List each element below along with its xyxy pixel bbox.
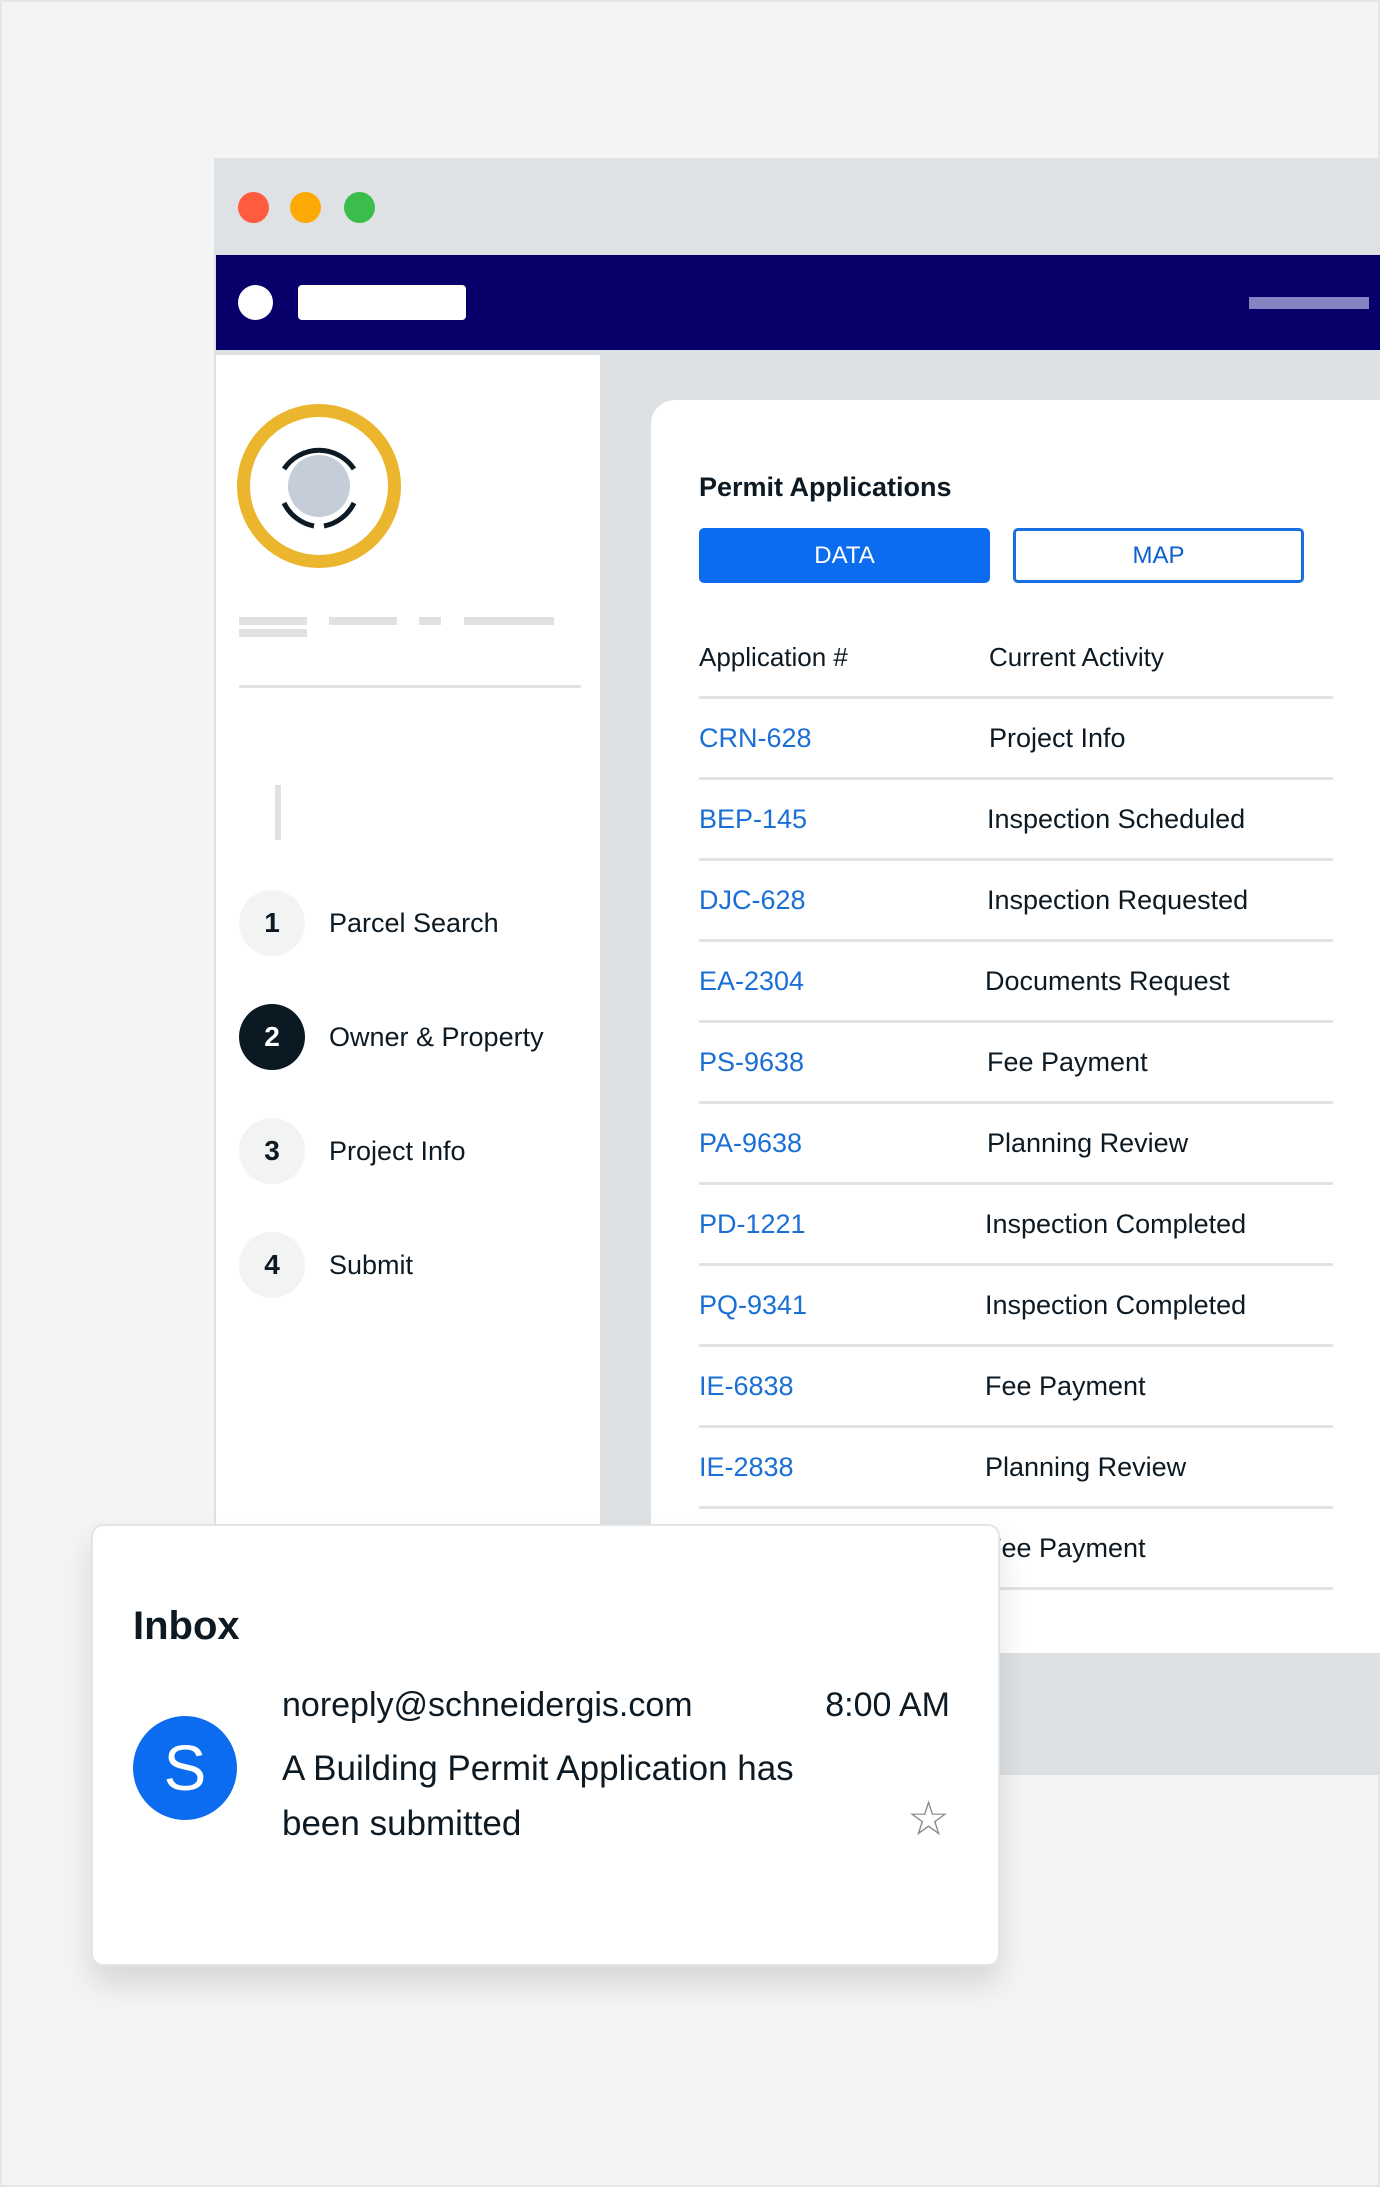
step-number: 2 xyxy=(239,1004,305,1070)
mail-sender[interactable]: noreply@schneidergis.com xyxy=(282,1686,693,1725)
page-title: Permit Applications xyxy=(699,472,952,502)
sidebar: 1 Parcel Search 2 Owner & Property 3 Pro… xyxy=(216,355,600,1685)
current-activity: Planning Review xyxy=(985,1452,1187,1482)
placeholder-line xyxy=(239,629,307,637)
placeholder-line xyxy=(329,617,397,625)
step-project-info[interactable]: 3 Project Info xyxy=(239,1118,579,1184)
close-window-button[interactable] xyxy=(238,192,269,223)
current-activity: Fee Payment xyxy=(985,1533,1146,1563)
application-link[interactable]: BEP-145 xyxy=(699,780,807,858)
user-placeholder-icon xyxy=(237,404,401,568)
table-row[interactable]: PA-9638 Planning Review xyxy=(699,1104,1333,1185)
step-label: Parcel Search xyxy=(329,908,499,938)
table-row[interactable]: PD-1221 Inspection Completed xyxy=(699,1185,1333,1266)
step-parcel-search[interactable]: 1 Parcel Search xyxy=(239,890,579,956)
table-row[interactable]: PQ-9341 Inspection Completed xyxy=(699,1266,1333,1347)
step-submit[interactable]: 4 Submit xyxy=(239,1232,579,1298)
step-owner-property[interactable]: 2 Owner & Property xyxy=(239,1004,579,1070)
star-icon[interactable]: ☆ xyxy=(907,1796,950,1844)
table-row[interactable]: DJC-628 Inspection Requested xyxy=(699,861,1333,942)
table-row[interactable]: EA-2304 Documents Request xyxy=(699,942,1333,1023)
placeholder-line xyxy=(464,617,554,625)
app-navbar xyxy=(216,255,1380,350)
table-row[interactable]: IE-2838 Planning Review xyxy=(699,1428,1333,1509)
step-connector xyxy=(275,785,281,840)
app-title-placeholder xyxy=(298,285,466,320)
inbox-panel: Inbox S noreply@schneidergis.com 8:00 AM… xyxy=(91,1524,1000,1966)
application-link[interactable]: PQ-9341 xyxy=(699,1266,807,1344)
step-number: 4 xyxy=(239,1232,305,1298)
current-activity: Documents Request xyxy=(985,966,1230,996)
current-activity: Inspection Scheduled xyxy=(987,804,1246,834)
tab-map[interactable]: MAP xyxy=(1013,528,1304,583)
current-activity: Inspection Completed xyxy=(985,1290,1247,1320)
applications-table: Application # Current Activity CRN-628 Pr… xyxy=(699,618,1333,1590)
application-link[interactable]: PD-1221 xyxy=(699,1185,806,1263)
table-header: Application # Current Activity xyxy=(699,618,1333,699)
column-header-activity[interactable]: Current Activity xyxy=(989,618,1164,696)
minimize-window-button[interactable] xyxy=(290,192,321,223)
permit-applications-card: Permit Applications DATA MAP Application… xyxy=(651,400,1380,1653)
table-row[interactable]: IE-6838 Fee Payment xyxy=(699,1347,1333,1428)
current-activity: Planning Review xyxy=(987,1128,1189,1158)
table-row[interactable]: BEP-145 Inspection Scheduled xyxy=(699,780,1333,861)
step-label: Project Info xyxy=(329,1136,466,1166)
inbox-title: Inbox xyxy=(133,1604,240,1648)
current-activity: Inspection Requested xyxy=(987,885,1249,915)
avatar-core xyxy=(288,455,350,517)
current-activity: Inspection Completed xyxy=(985,1209,1247,1239)
current-activity: Fee Payment xyxy=(987,1047,1148,1077)
maximize-window-button[interactable] xyxy=(344,192,375,223)
step-label: Owner & Property xyxy=(329,1022,544,1052)
application-link[interactable]: DJC-628 xyxy=(699,861,806,939)
step-number: 1 xyxy=(239,890,305,956)
application-link[interactable]: EA-2304 xyxy=(699,942,804,1020)
mail-time: 8:00 AM xyxy=(825,1686,950,1724)
step-label: Submit xyxy=(329,1250,414,1280)
table-row[interactable]: CRN-628 Project Info xyxy=(699,699,1333,780)
application-link[interactable]: IE-2838 xyxy=(699,1428,794,1506)
application-link[interactable]: CRN-628 xyxy=(699,699,812,777)
placeholder-line xyxy=(419,617,441,625)
application-link[interactable]: IE-6838 xyxy=(699,1347,794,1425)
column-header-application[interactable]: Application # xyxy=(699,618,848,696)
application-link[interactable]: PA-9638 xyxy=(699,1104,802,1182)
application-link[interactable]: PS-9638 xyxy=(699,1023,804,1101)
current-activity: Fee Payment xyxy=(985,1371,1146,1401)
current-activity: Project Info xyxy=(989,723,1126,753)
nav-menu-placeholder[interactable] xyxy=(1249,297,1369,309)
sender-avatar: S xyxy=(133,1716,237,1820)
title-bar xyxy=(214,158,1380,253)
step-number: 3 xyxy=(239,1118,305,1184)
app-logo-icon xyxy=(238,285,273,320)
placeholder-line xyxy=(239,617,307,625)
table-row[interactable]: PS-9638 Fee Payment xyxy=(699,1023,1333,1104)
mail-subject[interactable]: A Building Permit Application has been s… xyxy=(282,1741,842,1851)
sidebar-divider xyxy=(239,685,581,688)
tab-data[interactable]: DATA xyxy=(699,528,990,583)
